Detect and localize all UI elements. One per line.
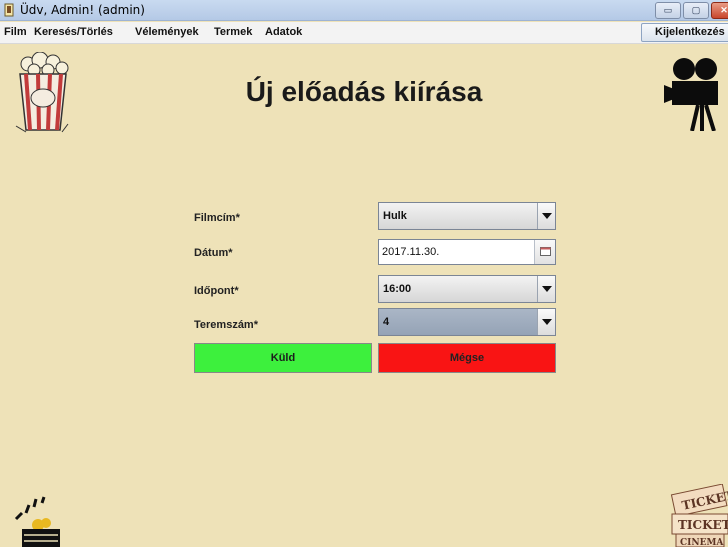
calendar-icon <box>540 247 551 256</box>
clapperboard-icon <box>14 496 60 547</box>
room-number-select[interactable]: 4 <box>378 308 556 336</box>
page-title: Új előadás kiírása <box>245 76 483 107</box>
menu-search-delete[interactable]: Keresés/Törlés <box>34 26 113 38</box>
room-number-label: Teremszám* <box>194 319 258 331</box>
film-title-label: Filmcím* <box>194 212 240 224</box>
film-title-select[interactable]: Hulk <box>378 202 556 230</box>
chevron-down-icon[interactable] <box>537 203 555 229</box>
cancel-button[interactable]: Mégse <box>378 343 556 373</box>
logout-button[interactable]: Kijelentkezés <box>641 23 728 42</box>
menu-bar: Film Keresés/Törlés Vélemények Termek Ad… <box>0 22 728 44</box>
menu-film[interactable]: Film <box>4 26 27 38</box>
calendar-button[interactable] <box>534 240 555 264</box>
submit-button[interactable]: Küld <box>194 343 372 373</box>
window-titlebar: Üdv, Admin! (admin) ▭ ▢ ✕ <box>0 0 728 21</box>
time-label: Időpont* <box>194 285 239 297</box>
film-title-value: Hulk <box>383 210 407 222</box>
menu-rooms[interactable]: Termek <box>214 26 252 38</box>
maximize-button[interactable]: ▢ <box>683 2 709 19</box>
cinema-ticket-icon: TICKET TICKET CINEMA <box>670 484 728 547</box>
date-picker[interactable] <box>378 239 556 265</box>
time-select[interactable]: 16:00 <box>378 275 556 303</box>
svg-text:TICKET: TICKET <box>678 518 728 532</box>
date-label: Dátum* <box>194 247 233 259</box>
close-button[interactable]: ✕ <box>711 2 728 19</box>
chevron-down-icon[interactable] <box>537 276 555 302</box>
menu-data[interactable]: Adatok <box>265 26 302 38</box>
date-input[interactable] <box>379 240 535 264</box>
svg-text:CINEMA: CINEMA <box>680 538 724 547</box>
menu-reviews[interactable]: Vélemények <box>135 26 199 38</box>
chevron-down-icon[interactable] <box>537 309 555 335</box>
app-icon <box>4 3 14 17</box>
minimize-button[interactable]: ▭ <box>655 2 681 19</box>
time-value: 16:00 <box>383 283 412 295</box>
window-title: Üdv, Admin! (admin) <box>20 3 145 17</box>
room-number-value: 4 <box>383 316 390 328</box>
